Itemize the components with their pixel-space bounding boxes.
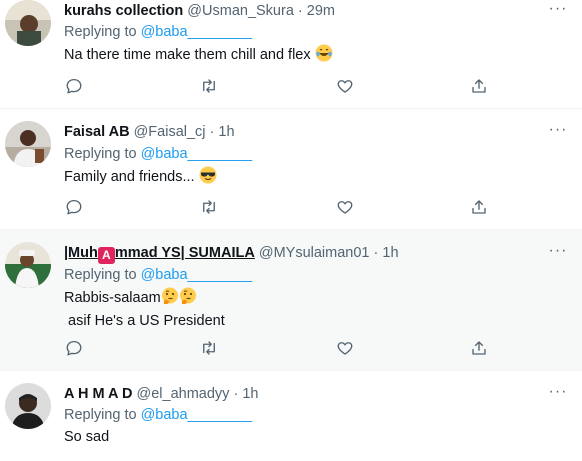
tweet-actions xyxy=(64,339,504,359)
like-icon[interactable] xyxy=(336,77,356,97)
letter-a-badge-icon: A xyxy=(97,247,115,264)
share-icon[interactable] xyxy=(470,198,490,218)
tweet-header: A H M A D @el_ahmadyy · 1h xyxy=(64,385,258,403)
user-handle[interactable]: @Usman_Skura xyxy=(187,3,294,19)
retweet-icon[interactable] xyxy=(200,198,220,218)
separator-dot: · xyxy=(373,245,379,261)
separator-dot: · xyxy=(233,386,239,402)
retweet-icon[interactable] xyxy=(200,77,220,97)
display-name-part: mmad YS| SUMAILA xyxy=(114,245,255,261)
avatar[interactable] xyxy=(5,121,51,167)
replying-label: Replying to xyxy=(64,267,137,283)
replying-to-link[interactable]: @baba________ xyxy=(141,267,253,283)
display-name[interactable]: |Muh Ammad YS| SUMAILA xyxy=(64,245,255,264)
laughing-tears-emoji xyxy=(315,44,333,68)
tweet-text: Family and friends... xyxy=(64,166,217,190)
thinking-face-emoji xyxy=(179,287,197,311)
timestamp[interactable]: 1h xyxy=(382,245,398,261)
tweet-text: Rabbis-salaam asif He's a US President xyxy=(64,287,225,331)
replying-to-link[interactable]: @baba________ xyxy=(141,24,253,40)
more-icon[interactable]: ··· xyxy=(548,1,568,22)
tweet-3[interactable]: |Muh Ammad YS| SUMAILA @MYsulaiman01 · 1h… xyxy=(0,230,582,371)
reply-icon[interactable] xyxy=(65,339,85,359)
separator-dot: · xyxy=(209,124,215,140)
reply-icon[interactable] xyxy=(65,77,85,97)
timestamp[interactable]: 1h xyxy=(218,124,234,140)
avatar[interactable] xyxy=(5,383,51,429)
display-name[interactable]: A H M A D xyxy=(64,386,132,402)
tweet-text-content: Family and friends... xyxy=(64,169,195,185)
display-name[interactable]: Faisal AB xyxy=(64,124,130,140)
tweet-header: kurahs collection @Usman_Skura · 29m xyxy=(64,2,335,20)
more-icon[interactable]: ··· xyxy=(548,243,568,264)
timestamp[interactable]: 29m xyxy=(307,3,335,19)
like-icon[interactable] xyxy=(336,198,356,218)
separator-dot: · xyxy=(297,3,303,19)
tweet-text: Na there time make them chill and flex xyxy=(64,44,333,68)
like-icon[interactable] xyxy=(336,339,356,359)
tweet-1[interactable]: kurahs collection @Usman_Skura · 29m ···… xyxy=(0,0,582,109)
sunglasses-emoji xyxy=(199,166,217,190)
replying-to-link[interactable]: @baba________ xyxy=(141,407,253,423)
reply-icon[interactable] xyxy=(65,198,85,218)
tweet-text-line: Rabbis-salaam xyxy=(64,290,161,306)
user-handle[interactable]: @MYsulaiman01 xyxy=(259,245,370,261)
avatar[interactable] xyxy=(5,242,51,288)
display-name-part: |Muh xyxy=(64,245,98,261)
tweet-4[interactable]: A H M A D @el_ahmadyy · 1h ··· Replying … xyxy=(0,371,582,461)
tweet-text: So sad xyxy=(64,427,109,447)
replying-label: Replying to xyxy=(64,24,137,40)
more-icon[interactable]: ··· xyxy=(548,122,568,143)
tweet-text-line: asif He's a US President xyxy=(64,313,225,329)
replying-to: Replying to @baba________ xyxy=(64,23,252,41)
replying-to-link[interactable]: @baba________ xyxy=(141,146,253,162)
tweet-actions xyxy=(64,77,504,97)
timestamp[interactable]: 1h xyxy=(242,386,258,402)
more-icon[interactable]: ··· xyxy=(548,384,568,405)
retweet-icon[interactable] xyxy=(200,339,220,359)
user-handle[interactable]: @el_ahmadyy xyxy=(137,386,230,402)
replying-to: Replying to @baba________ xyxy=(64,145,252,163)
display-name[interactable]: kurahs collection xyxy=(64,3,183,19)
tweet-header: |Muh Ammad YS| SUMAILA @MYsulaiman01 · 1h xyxy=(64,244,399,264)
replying-to: Replying to @baba________ xyxy=(64,266,252,284)
replying-to: Replying to @baba________ xyxy=(64,406,252,424)
replying-label: Replying to xyxy=(64,146,137,162)
tweet-text-content: Na there time make them chill and flex xyxy=(64,47,311,63)
tweet-header: Faisal AB @Faisal_cj · 1h xyxy=(64,123,235,141)
replying-label: Replying to xyxy=(64,407,137,423)
tweet-text-content: So sad xyxy=(64,429,110,445)
tweet-actions xyxy=(64,198,504,218)
avatar[interactable] xyxy=(5,0,51,46)
tweet-2[interactable]: Faisal AB @Faisal_cj · 1h ··· Replying t… xyxy=(0,109,582,230)
share-icon[interactable] xyxy=(470,77,490,97)
user-handle[interactable]: @Faisal_cj xyxy=(134,124,206,140)
share-icon[interactable] xyxy=(470,339,490,359)
thinking-face-emoji xyxy=(161,287,179,311)
